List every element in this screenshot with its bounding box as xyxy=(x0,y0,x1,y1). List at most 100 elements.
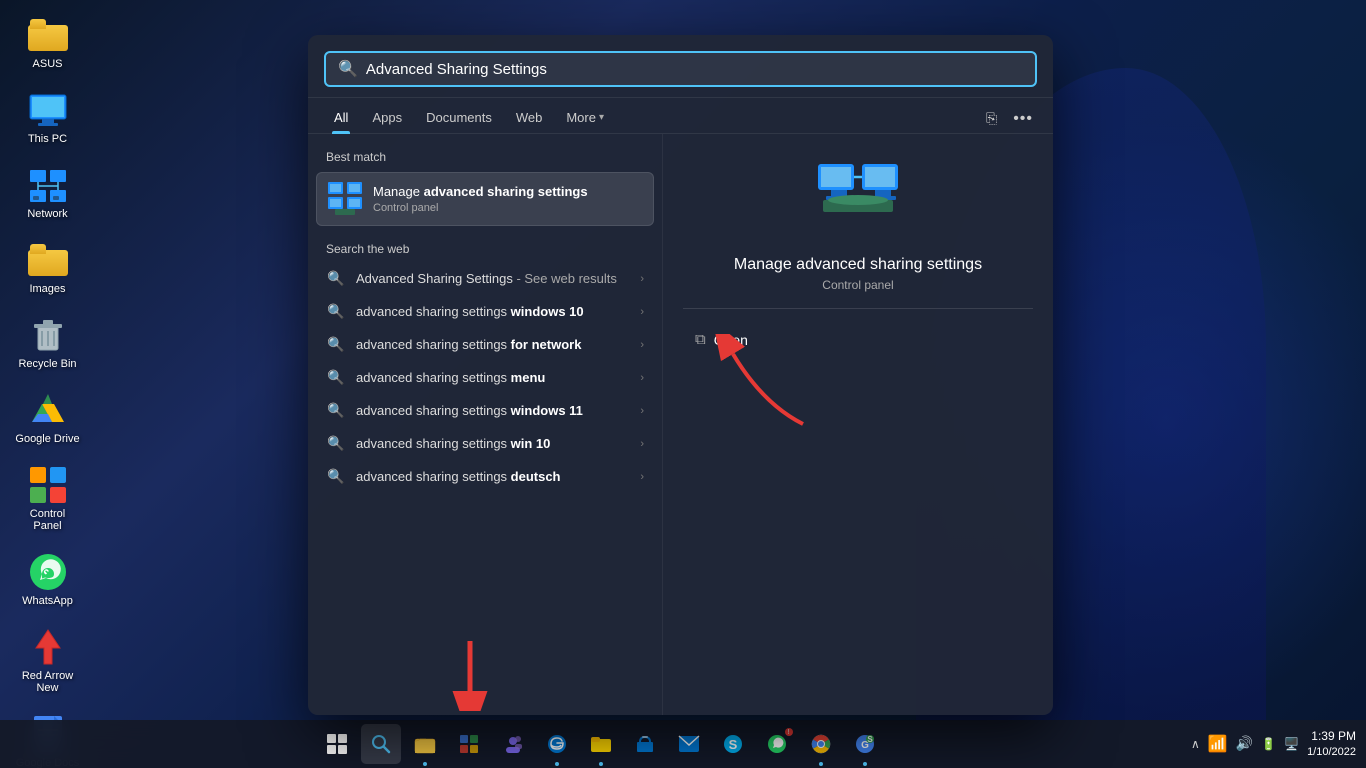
search-tabs: All Apps Documents Web More ▾ ⎘ ••• xyxy=(308,98,1053,134)
desktop-icon-google-drive[interactable]: Google Drive xyxy=(10,385,85,450)
desktop-icon-this-pc[interactable]: This PC xyxy=(10,85,85,150)
network-status-icon[interactable]: 🖥️ xyxy=(1284,737,1299,751)
best-match-app-icon xyxy=(327,181,363,217)
best-match-text: Manage advanced sharing settings Control… xyxy=(373,184,643,214)
web-search-icon-3: 🔍 xyxy=(326,336,346,353)
web-search-icon-6: 🔍 xyxy=(326,435,346,452)
taskbar-teams[interactable] xyxy=(493,724,533,764)
web-result-7[interactable]: 🔍 advanced sharing settings deutsch › xyxy=(316,460,654,493)
web-result-text-4: advanced sharing settings menu xyxy=(356,370,630,385)
web-result-4[interactable]: 🔍 advanced sharing settings menu › xyxy=(316,361,654,394)
clock-date: 1/10/2022 xyxy=(1307,745,1356,759)
search-magnifier-icon: 🔍 xyxy=(338,59,358,79)
tab-more[interactable]: More ▾ xyxy=(556,104,614,133)
tabs-right-actions: ⎘ ••• xyxy=(982,106,1037,132)
desktop-icon-whatsapp[interactable]: WhatsApp xyxy=(10,547,85,612)
web-search-icon-4: 🔍 xyxy=(326,369,346,386)
web-result-6[interactable]: 🔍 advanced sharing settings win 10 › xyxy=(316,427,654,460)
time-display[interactable]: 1:39 PM 1/10/2022 xyxy=(1307,729,1356,759)
desktop-icon-recycle-bin[interactable]: Recycle Bin xyxy=(10,310,85,375)
desktop-icon-red-arrow[interactable]: Red Arrow New xyxy=(10,622,85,699)
google-drive-icon xyxy=(28,390,68,430)
web-search-icon-5: 🔍 xyxy=(326,402,346,419)
tab-documents[interactable]: Documents xyxy=(416,104,502,133)
web-arrow-7: › xyxy=(640,471,644,483)
desktop-icon-images[interactable]: Images xyxy=(10,235,85,300)
best-match-label: Best match xyxy=(316,146,654,172)
whatsapp-label: WhatsApp xyxy=(22,595,73,607)
taskbar-mail[interactable] xyxy=(669,724,709,764)
results-panel: Best match xyxy=(308,134,663,715)
taskbar-file-manager[interactable] xyxy=(581,724,621,764)
wifi-icon[interactable]: 📶 xyxy=(1208,734,1228,754)
web-arrow-3: › xyxy=(640,339,644,351)
web-arrow-2: › xyxy=(640,306,644,318)
svg-text:S: S xyxy=(867,735,873,744)
web-result-text-7: advanced sharing settings deutsch xyxy=(356,469,630,484)
monitor-icon xyxy=(28,90,68,130)
taskbar-center: S ! xyxy=(317,724,885,764)
best-match-subtitle: Control panel xyxy=(373,202,643,214)
control-panel-label: Control Panel xyxy=(15,508,80,532)
more-options-icon-btn[interactable]: ••• xyxy=(1009,106,1037,132)
battery-icon[interactable]: 🔋 xyxy=(1261,737,1276,751)
desktop-icon-asus[interactable]: ASUS xyxy=(10,10,85,75)
search-content: Best match xyxy=(308,134,1053,715)
whatsapp-icon xyxy=(28,552,68,592)
search-input[interactable] xyxy=(366,61,1023,78)
chevron-up-icon[interactable]: ∧ xyxy=(1191,737,1200,751)
web-search-icon-7: 🔍 xyxy=(326,468,346,485)
taskbar-skype[interactable]: S xyxy=(713,724,753,764)
recycle-bin-icon xyxy=(28,315,68,355)
web-arrow-1: › xyxy=(640,273,644,285)
desktop-icons: ASUS This PC xyxy=(10,10,85,768)
control-panel-icon xyxy=(28,465,68,505)
google-drive-label: Google Drive xyxy=(15,433,79,445)
desktop-icon-control-panel[interactable]: Control Panel xyxy=(10,460,85,537)
taskbar-widgets[interactable] xyxy=(449,724,489,764)
taskbar-whatsapp[interactable]: ! xyxy=(757,724,797,764)
taskbar-google-app[interactable]: G S xyxy=(845,724,885,764)
desktop: ASUS This PC xyxy=(0,0,1366,768)
svg-text:S: S xyxy=(728,737,737,752)
detail-panel: Manage advanced sharing settings Control… xyxy=(663,134,1053,715)
web-arrow-4: › xyxy=(640,372,644,384)
clock-time: 1:39 PM xyxy=(1307,729,1356,745)
more-chevron-icon: ▾ xyxy=(599,112,604,123)
images-label: Images xyxy=(29,283,65,295)
start-button[interactable] xyxy=(317,724,357,764)
red-arrow-annotation xyxy=(683,364,1033,484)
taskbar-search-button[interactable] xyxy=(361,724,401,764)
taskbar-chrome[interactable] xyxy=(801,724,841,764)
web-result-text-3: advanced sharing settings for network xyxy=(356,337,630,352)
red-arrow-icon xyxy=(28,627,68,667)
web-result-3[interactable]: 🔍 advanced sharing settings for network … xyxy=(316,328,654,361)
web-result-text-6: advanced sharing settings win 10 xyxy=(356,436,630,451)
windows-logo xyxy=(327,734,347,754)
web-arrow-6: › xyxy=(640,438,644,450)
detail-app-icon xyxy=(813,154,903,244)
network-label: Network xyxy=(27,208,67,220)
asus-label: ASUS xyxy=(33,58,63,70)
search-input-wrapper[interactable]: 🔍 xyxy=(324,51,1037,87)
taskbar-edge[interactable] xyxy=(537,724,577,764)
taskbar-store[interactable] xyxy=(625,724,665,764)
share-icon-btn[interactable]: ⎘ xyxy=(982,106,1001,131)
desktop-icon-network[interactable]: Network xyxy=(10,160,85,225)
tab-web[interactable]: Web xyxy=(506,104,553,133)
search-taskbar-icon xyxy=(371,734,391,754)
this-pc-label: This PC xyxy=(28,133,67,145)
best-match-title: Manage advanced sharing settings xyxy=(373,184,643,201)
taskbar-file-explorer[interactable] xyxy=(405,724,445,764)
web-arrow-5: › xyxy=(640,405,644,417)
web-result-2[interactable]: 🔍 advanced sharing settings windows 10 › xyxy=(316,295,654,328)
volume-icon[interactable]: 🔊 xyxy=(1236,735,1253,752)
web-result-1[interactable]: 🔍 Advanced Sharing Settings - See web re… xyxy=(316,262,654,295)
web-search-icon-2: 🔍 xyxy=(326,303,346,320)
tab-all[interactable]: All xyxy=(324,104,358,133)
red-arrow-label: Red Arrow New xyxy=(15,670,80,694)
tab-apps[interactable]: Apps xyxy=(362,104,412,133)
taskbar: S ! xyxy=(0,720,1366,768)
web-result-5[interactable]: 🔍 advanced sharing settings windows 11 › xyxy=(316,394,654,427)
best-match-item[interactable]: Manage advanced sharing settings Control… xyxy=(316,172,654,226)
